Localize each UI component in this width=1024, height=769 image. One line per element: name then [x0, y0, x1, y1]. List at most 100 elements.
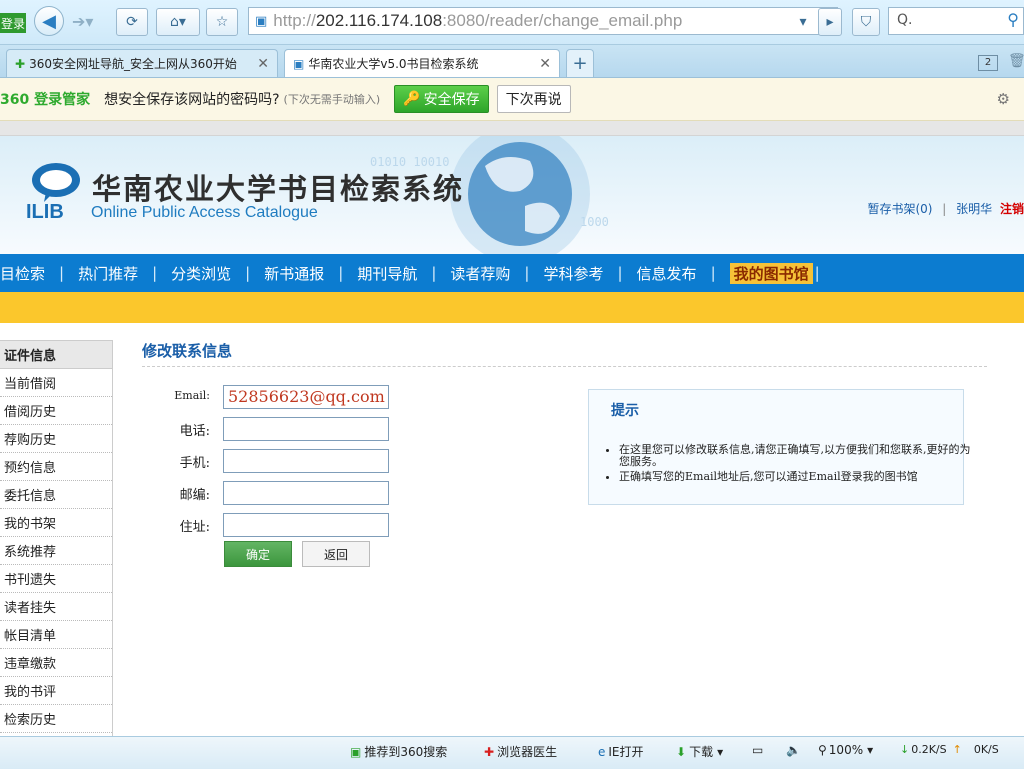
sidebar-item-my-shelf[interactable]: 我的书架 [0, 509, 112, 537]
logout-link[interactable]: 注销 [1000, 202, 1024, 216]
close-icon[interactable]: ✕ [257, 56, 269, 72]
sidebar-item-fines[interactable]: 违章缴款 [0, 649, 112, 677]
address-field[interactable] [223, 513, 389, 537]
sidebar-item-search-history[interactable]: 检索历史 [0, 705, 112, 733]
browser-doctor-button[interactable]: ✚ 浏览器医生 [484, 743, 557, 760]
zoom-label: 100% [828, 743, 864, 757]
recommend-label: 推荐到360搜索 [364, 745, 448, 759]
nav-item-subject[interactable]: 学科参考 [543, 263, 603, 284]
nav-item-hot[interactable]: 热门推荐 [78, 263, 138, 284]
tab-label: 华南农业大学v5.0书目检索系统 [308, 57, 479, 71]
sidebar-item-loan-history[interactable]: 借阅历史 [0, 397, 112, 425]
window-icon[interactable]: ▭ [752, 743, 763, 757]
tab-count-badge[interactable]: 2 [978, 55, 998, 71]
forward-nav-button[interactable]: ➔▾ [72, 12, 93, 31]
star-icon: ☆ [215, 14, 229, 30]
nav-item-browse[interactable]: 分类浏览 [171, 263, 231, 284]
tip-list: 在这里您可以修改联系信息,请您正确填写,以方便我们和您联系,更好的为您服务。 正… [605, 444, 979, 486]
safe-save-label: 安全保存 [423, 92, 480, 108]
sidebar-item-reservations[interactable]: 预约信息 [0, 453, 112, 481]
play-icon: ▸ [826, 14, 834, 30]
sidebar-item-system-recommend[interactable]: 系统推荐 [0, 537, 112, 565]
nav-separator: | [617, 264, 623, 282]
back-nav-button[interactable]: ◀ [34, 6, 64, 36]
login-badge[interactable]: 登录 [0, 13, 26, 33]
ie-open-button[interactable]: e IE打开 [598, 743, 644, 760]
sidebar-item-account-list[interactable]: 帐目清单 [0, 621, 112, 649]
home-button[interactable]: ⌂▾ [156, 8, 200, 36]
page-icon: ▣ [293, 56, 305, 71]
chevron-down-icon: ▾ [867, 743, 874, 757]
postcode-label: 邮编: [179, 488, 210, 503]
url-prefix: http:// [273, 11, 316, 30]
key-icon: 🔑 [403, 91, 421, 107]
go-button[interactable]: ▸ [818, 8, 842, 36]
close-icon[interactable]: ✕ [539, 56, 551, 72]
search-input[interactable]: Q. ⚲ [888, 7, 1024, 35]
title-divider [142, 366, 987, 367]
toolbar-gap [0, 121, 1024, 136]
nav-item-my-library[interactable]: 我的图书馆 [729, 262, 813, 284]
shield-button[interactable]: ⛉ [852, 8, 880, 36]
safe-save-button[interactable]: 🔑 安全保存 [394, 85, 489, 113]
nav-item-recommend[interactable]: 读者荐购 [450, 263, 510, 284]
phone-label: 电话: [179, 424, 210, 439]
sidebar-item-lost-items[interactable]: 书刊遗失 [0, 565, 112, 593]
sidebar-item-card-info[interactable]: 证件信息 [0, 340, 112, 369]
tab-360-nav[interactable]: ✚ 360安全网址导航_安全上网从360开始 ✕ [6, 49, 278, 77]
recommend-360-button[interactable]: ▣ 推荐到360搜索 [350, 743, 447, 760]
sidebar-divider [112, 340, 113, 736]
user-name-link[interactable]: 张明华 [956, 202, 992, 216]
gear-icon[interactable]: ⚙ [997, 90, 1010, 108]
magnifier-icon: ⚲ [818, 743, 827, 757]
confirm-button[interactable]: 确定 [224, 541, 292, 567]
yellow-band [0, 292, 1024, 323]
new-tab-button[interactable]: + [566, 49, 594, 77]
svg-text:1000: 1000 [580, 215, 609, 229]
chevron-down-icon: ▾ [799, 14, 807, 30]
tab-opac[interactable]: ▣ 华南农业大学v5.0书目检索系统 ✕ [284, 49, 560, 77]
speaker-icon[interactable]: 🔈 [786, 743, 801, 757]
nav-item-journals[interactable]: 期刊导航 [357, 263, 417, 284]
site-title: 华南农业大学书目检索系统 [92, 172, 465, 206]
address-label: 住址: [179, 520, 210, 535]
download-button[interactable]: ⬇ 下载 ▾ [676, 743, 723, 760]
email-field[interactable]: 52856623@qq.com [223, 385, 389, 409]
sidebar-item-report-loss[interactable]: 读者挂失 [0, 593, 112, 621]
save-later-button[interactable]: 下次再说 [496, 85, 571, 113]
mobile-label: 手机: [179, 456, 210, 471]
sidebar-item-delegations[interactable]: 委托信息 [0, 481, 112, 509]
favorite-button[interactable]: ☆ [206, 8, 238, 36]
shelf-link[interactable]: 暂存书架(0) [867, 202, 932, 216]
email-label: Email: [174, 389, 210, 402]
refresh-button[interactable]: ⟳ [116, 8, 148, 36]
site-header: 01010 10010 1000 ILIB 华南农业大学书目检索系统 Onlin… [0, 136, 1024, 254]
address-bar[interactable]: ▣ http://202.116.174.108:8080/reader/cha… [248, 7, 838, 35]
refresh-icon: ⟳ [126, 14, 138, 30]
nav-item-search[interactable]: 目检索 [0, 263, 45, 284]
search-icon[interactable]: ⚲ [1007, 10, 1019, 29]
360-nav-icon: ✚ [15, 56, 26, 71]
tip-box: 提示 在这里您可以修改联系信息,请您正确填写,以方便我们和您联系,更好的为您服务… [588, 389, 971, 505]
address-dropdown-button[interactable]: ▾ [792, 8, 814, 36]
up-speed: 0K/S [973, 743, 999, 756]
nav-item-new-books[interactable]: 新书通报 [264, 263, 324, 284]
mobile-field[interactable] [223, 449, 389, 473]
tab-strip: ✚ 360安全网址导航_安全上网从360开始 ✕ ▣ 华南农业大学v5.0书目检… [0, 45, 1024, 78]
nav-separator: | [814, 264, 820, 282]
download-label: 下载 [689, 745, 714, 759]
sidebar-item-my-reviews[interactable]: 我的书评 [0, 677, 112, 705]
tab-label: 360安全网址导航_安全上网从360开始 [29, 57, 237, 71]
trash-icon[interactable]: 🗑 [1008, 53, 1024, 69]
postcode-field[interactable] [223, 481, 389, 505]
nav-separator: | [338, 264, 344, 282]
nav-separator: | [245, 264, 251, 282]
zoom-control[interactable]: ⚲ 100% ▾ [818, 743, 873, 757]
phone-field[interactable] [223, 417, 389, 441]
main-nav: 目检索 | 热门推荐 | 分类浏览 | 新书通报 | 期刊导航 | 读者荐购 | 学科参考 |… [0, 254, 1024, 292]
nav-item-news[interactable]: 信息发布 [637, 263, 697, 284]
back-button[interactable]: 返回 [302, 541, 370, 567]
ilib-logo-text: ILIB [26, 201, 64, 223]
sidebar-item-purchase-history[interactable]: 荐购历史 [0, 425, 112, 453]
sidebar-item-current-loans[interactable]: 当前借阅 [0, 369, 112, 397]
